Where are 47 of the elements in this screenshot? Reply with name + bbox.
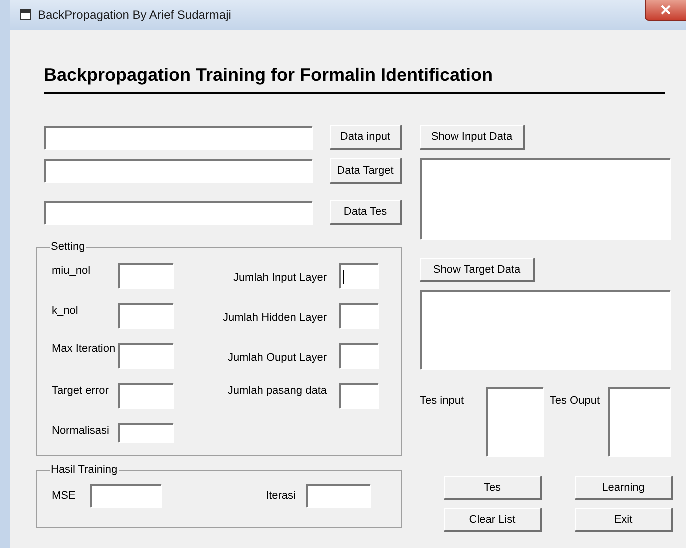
window-title: BackPropagation By Arief Sudarmaji xyxy=(38,8,232,22)
file-path-field[interactable] xyxy=(44,159,313,183)
result-field[interactable] xyxy=(90,484,162,508)
text-field[interactable] xyxy=(118,423,174,443)
text-field[interactable] xyxy=(339,263,379,289)
close-button[interactable] xyxy=(645,0,686,21)
load-button[interactable]: Data Target xyxy=(330,158,402,184)
field-label: Normalisasi xyxy=(52,424,110,438)
field-label: Max Iteration xyxy=(52,343,117,356)
group-title: Hasil Training xyxy=(50,464,119,476)
field-label: MSE xyxy=(52,489,76,503)
list-box[interactable] xyxy=(608,387,671,457)
form-heading: Backpropagation Training for Formalin Identification xyxy=(44,65,494,87)
field-label: Jumlah Hidden Layer xyxy=(223,311,327,325)
group-title: Setting xyxy=(50,241,86,253)
action-button[interactable]: Learning xyxy=(575,476,673,500)
show-data-button[interactable]: Show Input Data xyxy=(420,125,525,150)
show-data-button[interactable]: Show Target Data xyxy=(420,258,535,282)
load-button[interactable]: Data input xyxy=(330,125,402,150)
text-field[interactable] xyxy=(339,343,379,369)
field-label: miu_nol xyxy=(52,264,92,278)
field-label: k_nol xyxy=(52,304,80,318)
text-field[interactable] xyxy=(118,383,174,409)
field-label: Iterasi xyxy=(266,489,296,503)
field-label: Target error xyxy=(52,384,110,398)
list-box[interactable] xyxy=(420,158,671,240)
field-label: Jumlah pasang data xyxy=(228,384,327,398)
field-label: Jumlah Ouput Layer xyxy=(228,351,327,365)
close-icon xyxy=(661,5,671,15)
list-box[interactable] xyxy=(420,290,671,370)
file-path-field[interactable] xyxy=(44,200,313,224)
action-button[interactable]: Exit xyxy=(575,508,673,532)
field-label: Tes input xyxy=(420,394,464,408)
list-box[interactable] xyxy=(486,387,544,457)
text-field[interactable] xyxy=(339,303,379,329)
result-field[interactable] xyxy=(306,484,371,508)
text-field[interactable] xyxy=(339,383,379,409)
load-button[interactable]: Data Tes xyxy=(330,200,402,225)
text-field[interactable] xyxy=(118,303,174,329)
field-label: Jumlah Input Layer xyxy=(233,271,327,285)
text-field[interactable] xyxy=(118,343,174,369)
text-field[interactable] xyxy=(118,263,174,289)
action-button[interactable]: Clear List xyxy=(444,508,542,532)
action-button[interactable]: Tes xyxy=(444,476,542,500)
window-icon xyxy=(20,9,32,21)
field-label: Tes Ouput xyxy=(550,394,600,408)
file-path-field[interactable] xyxy=(44,126,313,150)
